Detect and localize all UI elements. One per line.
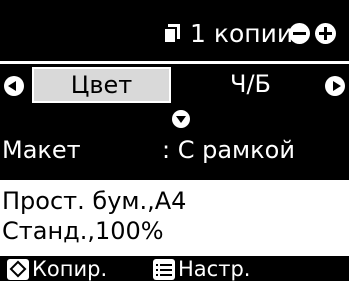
layout-value[interactable]: : С рамкой: [162, 134, 295, 166]
softkey-bar: Копир. Настр.: [0, 256, 349, 281]
paper-type-size: Прост. бум.,A4: [2, 187, 187, 215]
copies-header: 1 копии: [0, 0, 349, 61]
copy-softkey-label[interactable]: Копир.: [32, 256, 107, 283]
bw-option[interactable]: Ч/Б: [230, 68, 271, 100]
copies-count: 1 копии: [190, 19, 294, 48]
lcd-screen: 1 копии Цвет Ч/Б Макет : С рамкой Прост.…: [0, 0, 349, 281]
color-option-selected[interactable]: Цвет: [32, 67, 171, 103]
quality-zoom: Станд.,100%: [2, 217, 164, 245]
copies-row: 1 копии: [0, 19, 349, 49]
arrow-right-icon[interactable]: [325, 76, 345, 96]
paper-info: Прост. бум.,A4 Станд.,100%: [0, 180, 349, 256]
settings-softkey-label[interactable]: Настр.: [178, 256, 250, 283]
arrow-left-icon[interactable]: [4, 76, 24, 96]
arrow-down-icon[interactable]: [172, 110, 190, 128]
layout-label: Макет: [2, 136, 81, 164]
start-diamond-icon[interactable]: [7, 259, 29, 280]
minus-icon[interactable]: [289, 23, 310, 44]
settings-panel: Цвет Ч/Б Макет : С рамкой: [0, 64, 349, 180]
plus-icon[interactable]: [315, 23, 336, 44]
menu-list-icon[interactable]: [153, 259, 175, 280]
copy-pages-icon: [163, 24, 180, 44]
